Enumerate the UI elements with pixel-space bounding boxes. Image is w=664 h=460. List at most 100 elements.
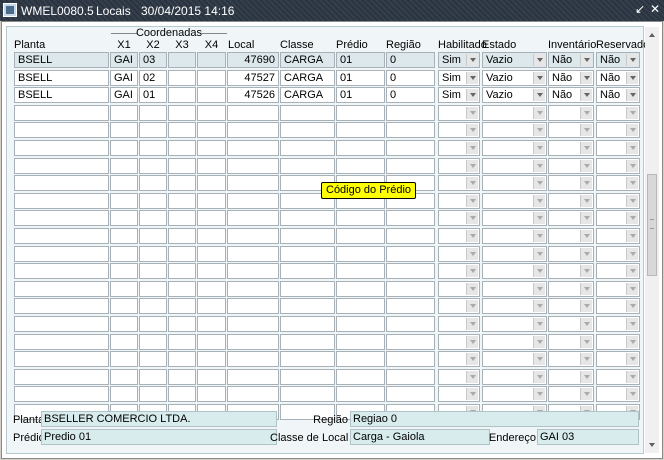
cell-regiao[interactable] bbox=[386, 140, 435, 156]
regiao-field[interactable]: Regiao 0 bbox=[350, 411, 639, 427]
cell-inventario-select[interactable] bbox=[548, 105, 594, 121]
cell-x1[interactable] bbox=[110, 334, 138, 350]
cell-x3[interactable] bbox=[168, 246, 196, 262]
cell-predio[interactable] bbox=[336, 140, 385, 156]
cell-classe[interactable] bbox=[280, 281, 335, 297]
cell-x1[interactable] bbox=[110, 351, 138, 367]
dropdown-arrow-icon[interactable] bbox=[466, 353, 478, 365]
dropdown-arrow-icon[interactable] bbox=[626, 177, 638, 189]
cell-estado-select[interactable] bbox=[482, 158, 547, 174]
cell-planta[interactable]: BSELL bbox=[14, 87, 109, 103]
dropdown-arrow-icon[interactable] bbox=[580, 54, 592, 66]
cell-x2[interactable] bbox=[139, 351, 167, 367]
cell-x2[interactable] bbox=[139, 386, 167, 402]
cell-x2[interactable]: 02 bbox=[139, 70, 167, 86]
restore-icon[interactable]: ↙ bbox=[633, 2, 647, 17]
cell-habilitado-select[interactable] bbox=[438, 228, 480, 244]
cell-habilitado-select[interactable] bbox=[438, 175, 480, 191]
cell-habilitado-select[interactable] bbox=[438, 210, 480, 226]
cell-x3[interactable] bbox=[168, 210, 196, 226]
cell-reservado-select[interactable] bbox=[596, 122, 640, 138]
dropdown-arrow-icon[interactable] bbox=[533, 212, 545, 224]
cell-habilitado-select[interactable]: Sim bbox=[438, 70, 480, 86]
cell-reservado-select[interactable] bbox=[596, 228, 640, 244]
cell-estado-select[interactable] bbox=[482, 228, 547, 244]
dropdown-arrow-icon[interactable] bbox=[466, 54, 478, 66]
cell-habilitado-select[interactable] bbox=[438, 351, 480, 367]
cell-x1[interactable] bbox=[110, 316, 138, 332]
cell-habilitado-select[interactable] bbox=[438, 281, 480, 297]
dropdown-arrow-icon[interactable] bbox=[466, 248, 478, 260]
cell-reservado-select[interactable] bbox=[596, 386, 640, 402]
cell-regiao[interactable] bbox=[386, 316, 435, 332]
cell-local[interactable]: 47527 bbox=[227, 70, 279, 86]
cell-inventario-select[interactable] bbox=[548, 281, 594, 297]
cell-planta[interactable] bbox=[14, 122, 109, 138]
cell-habilitado-select[interactable]: Sim bbox=[438, 52, 480, 68]
cell-regiao[interactable]: 0 bbox=[386, 52, 435, 68]
cell-classe[interactable]: CARGA bbox=[280, 52, 335, 68]
cell-regiao[interactable] bbox=[386, 158, 435, 174]
dropdown-arrow-icon[interactable] bbox=[580, 353, 592, 365]
cell-estado-select[interactable] bbox=[482, 246, 547, 262]
cell-planta[interactable] bbox=[14, 298, 109, 314]
cell-local[interactable] bbox=[227, 351, 279, 367]
cell-local[interactable] bbox=[227, 369, 279, 385]
cell-local[interactable] bbox=[227, 193, 279, 209]
cell-reservado-select[interactable] bbox=[596, 193, 640, 209]
cell-x3[interactable] bbox=[168, 369, 196, 385]
scroll-thumb[interactable] bbox=[647, 174, 657, 276]
cell-estado-select[interactable] bbox=[482, 369, 547, 385]
cell-x3[interactable] bbox=[168, 70, 196, 86]
dropdown-arrow-icon[interactable] bbox=[626, 54, 638, 66]
cell-x4[interactable] bbox=[197, 140, 226, 156]
cell-local[interactable] bbox=[227, 281, 279, 297]
dropdown-arrow-icon[interactable] bbox=[626, 212, 638, 224]
cell-x2[interactable] bbox=[139, 263, 167, 279]
dropdown-arrow-icon[interactable] bbox=[533, 124, 545, 136]
dropdown-arrow-icon[interactable] bbox=[533, 177, 545, 189]
cell-x4[interactable] bbox=[197, 263, 226, 279]
cell-planta[interactable] bbox=[14, 351, 109, 367]
cell-inventario-select[interactable] bbox=[548, 246, 594, 262]
cell-classe[interactable] bbox=[280, 158, 335, 174]
cell-classe[interactable] bbox=[280, 105, 335, 121]
dropdown-arrow-icon[interactable] bbox=[626, 336, 638, 348]
cell-reservado-select[interactable] bbox=[596, 210, 640, 226]
cell-estado-select[interactable] bbox=[482, 140, 547, 156]
cell-local[interactable] bbox=[227, 386, 279, 402]
cell-x3[interactable] bbox=[168, 281, 196, 297]
dropdown-arrow-icon[interactable] bbox=[580, 124, 592, 136]
cell-predio[interactable] bbox=[336, 369, 385, 385]
cell-predio[interactable]: 01 bbox=[336, 52, 385, 68]
cell-estado-select[interactable] bbox=[482, 334, 547, 350]
cell-reservado-select[interactable]: Não bbox=[596, 52, 640, 68]
dropdown-arrow-icon[interactable] bbox=[626, 89, 638, 101]
cell-classe[interactable] bbox=[280, 351, 335, 367]
cell-estado-select[interactable] bbox=[482, 122, 547, 138]
dropdown-arrow-icon[interactable] bbox=[626, 230, 638, 242]
dropdown-arrow-icon[interactable] bbox=[466, 318, 478, 330]
dropdown-arrow-icon[interactable] bbox=[533, 89, 545, 101]
cell-planta[interactable] bbox=[14, 193, 109, 209]
cell-predio[interactable] bbox=[336, 210, 385, 226]
cell-estado-select[interactable] bbox=[482, 105, 547, 121]
cell-habilitado-select[interactable] bbox=[438, 386, 480, 402]
dropdown-arrow-icon[interactable] bbox=[626, 371, 638, 383]
cell-reservado-select[interactable]: Não bbox=[596, 87, 640, 103]
dropdown-arrow-icon[interactable] bbox=[533, 195, 545, 207]
dropdown-arrow-icon[interactable] bbox=[466, 283, 478, 295]
cell-estado-select[interactable]: Vazio bbox=[482, 87, 547, 103]
dropdown-arrow-icon[interactable] bbox=[580, 230, 592, 242]
cell-predio[interactable] bbox=[336, 281, 385, 297]
cell-estado-select[interactable] bbox=[482, 386, 547, 402]
dropdown-arrow-icon[interactable] bbox=[533, 142, 545, 154]
cell-reservado-select[interactable] bbox=[596, 369, 640, 385]
planta-field[interactable]: BSELLER COMERCIO LTDA. bbox=[41, 411, 277, 427]
dropdown-arrow-icon[interactable] bbox=[533, 265, 545, 277]
cell-predio[interactable]: 01 bbox=[336, 70, 385, 86]
cell-predio[interactable] bbox=[336, 263, 385, 279]
cell-regiao[interactable] bbox=[386, 122, 435, 138]
cell-predio[interactable]: 01 bbox=[336, 87, 385, 103]
cell-estado-select[interactable] bbox=[482, 210, 547, 226]
